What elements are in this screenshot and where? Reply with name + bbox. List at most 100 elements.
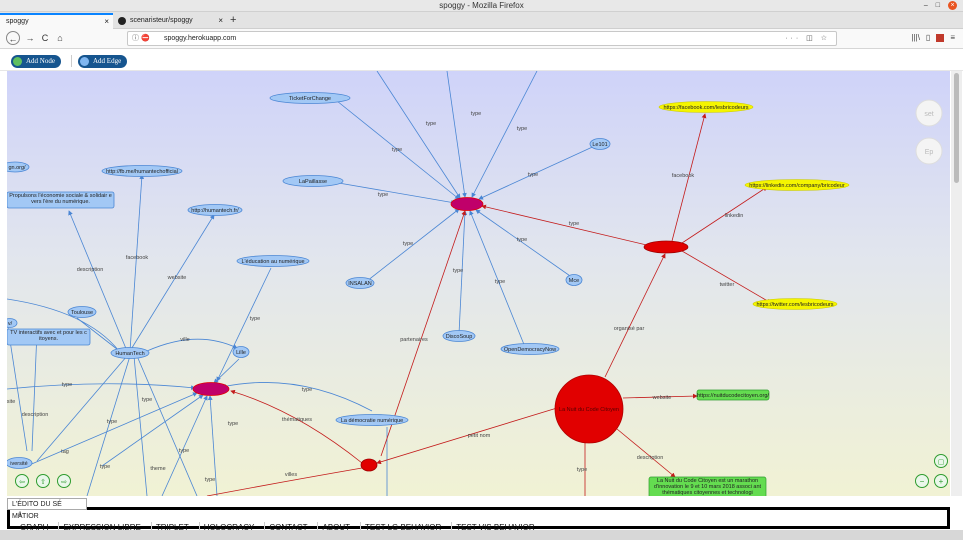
node-gnorg[interactable]: gn.org/ (7, 161, 30, 173)
edge-label: type (179, 448, 189, 454)
node-web-humantech[interactable]: http://humantech.fr/ (187, 204, 243, 216)
maximize-icon[interactable]: □ (936, 1, 940, 11)
forward-button[interactable]: → (23, 31, 37, 45)
node-le101[interactable]: Le101 (589, 138, 611, 150)
svg-text:Mce: Mce (569, 278, 579, 284)
svg-text:Lille: Lille (236, 350, 246, 356)
scrollbar-thumb[interactable] (954, 73, 959, 183)
library-icon[interactable]: |||\ (911, 33, 919, 42)
minimize-icon[interactable]: – (924, 1, 928, 11)
edge-label: type (426, 121, 436, 127)
node-ticketforchange[interactable]: TicketForChange (269, 92, 351, 104)
svg-text:gn.org/: gn.org/ (8, 165, 26, 171)
node-small-red[interactable] (360, 458, 378, 472)
edge (475, 209, 574, 279)
node-nuit-description[interactable]: La Nuit du Code Citoyen est un marathon … (648, 476, 767, 496)
node-discosoup[interactable]: DiscoSoup (442, 330, 476, 342)
reload-button[interactable]: C (38, 31, 52, 45)
extension-icon[interactable] (936, 34, 945, 42)
node-democratie[interactable]: La démocratie numérique (335, 414, 409, 426)
pan-up-icon[interactable]: ⇧ (36, 474, 50, 488)
add-node-button[interactable]: Add Node (11, 55, 61, 68)
node-vtag[interactable]: v/ (7, 318, 18, 328)
graph-export-button[interactable]: Ep (915, 137, 943, 165)
window-bottom-edge (0, 530, 963, 540)
hub-node-type-1[interactable] (450, 197, 484, 211)
edge-label: description (637, 455, 664, 461)
edge-label: type (453, 268, 463, 274)
edge-label: thématiques (282, 417, 312, 423)
url-bar[interactable]: ⓘ ⛔ spoggy.herokuapp.com ··· ◫ ☆ (127, 31, 837, 46)
node-toulouse[interactable]: Toulouse (67, 306, 97, 318)
graph-canvas[interactable]: type type type type type type type type … (7, 71, 950, 496)
back-button[interactable]: ← (6, 31, 20, 45)
node-fb-humantech[interactable]: http://fb.me/humantechofficial (101, 165, 183, 177)
node-fb-lesbricodeurs[interactable]: https://facebook.com/lesbricodeurs (658, 101, 754, 113)
edge (31, 330, 38, 452)
node-humantech[interactable]: HumanTech (110, 347, 150, 359)
svg-text:HumanTech: HumanTech (115, 351, 144, 357)
node-lille[interactable]: Lille (232, 346, 250, 358)
page-actions-icon[interactable]: ··· ◫ ☆ (785, 32, 830, 45)
edge (26, 392, 198, 467)
svg-text:LaPaillasse: LaPaillasse (299, 179, 327, 185)
node-mce[interactable]: Mce (565, 274, 583, 286)
vertical-scrollbar[interactable] (951, 71, 962, 496)
node-propulsons[interactable]: Propulsons l'économie sociale & solidair… (7, 191, 115, 209)
close-tab-icon[interactable]: × (104, 15, 109, 28)
node-lesbricodeurs[interactable] (643, 240, 689, 254)
node-insalan[interactable]: INSALAN (345, 277, 375, 289)
edge-label: tag (61, 449, 69, 455)
home-button[interactable]: ⌂ (53, 31, 67, 45)
close-tab-icon[interactable]: × (218, 13, 223, 29)
edge-label: type (392, 147, 402, 153)
node-lapaillasse[interactable]: LaPaillasse (282, 175, 344, 187)
add-edge-button[interactable]: Add Edge (78, 55, 128, 68)
node-nuit-du-code-citoyen[interactable]: La Nuit du Code Citoyen (554, 374, 624, 444)
zoom-in-icon[interactable]: + (934, 474, 948, 488)
edge-label: type (250, 316, 260, 322)
svg-text:iversité: iversité (10, 461, 27, 467)
edge (471, 71, 538, 198)
hub-node-type-2[interactable] (192, 382, 230, 396)
pan-left-icon[interactable]: ⇦ (15, 474, 29, 488)
close-window-icon[interactable]: × (948, 1, 957, 10)
edge-label: partenaires (400, 337, 428, 343)
edge-label: twitter (720, 282, 735, 288)
edge (216, 267, 272, 382)
network-graph[interactable]: type type type type type type type type … (7, 71, 950, 496)
svg-text:v/: v/ (8, 321, 13, 327)
node-twitter[interactable]: https://twitter.com/lesbricodeurs (752, 298, 838, 310)
zoom-out-icon[interactable]: − (915, 474, 929, 488)
edge-label: type (378, 192, 388, 198)
github-icon (118, 17, 126, 25)
edge-label: facebook (672, 173, 695, 179)
new-tab-button[interactable]: + (230, 13, 236, 27)
tab-spoggy[interactable]: spoggy × (0, 13, 113, 29)
edge-label: type (107, 419, 117, 425)
url-text[interactable]: spoggy.herokuapp.com (164, 35, 236, 42)
node-diversite[interactable]: iversité (7, 457, 33, 469)
node-linkedin[interactable]: https://linkedin.com/company/bricodeur (744, 179, 850, 191)
edge (146, 338, 238, 352)
edge-label: website (652, 395, 672, 401)
node-tv[interactable]: TV interactifs avec et pour les c itoyen… (7, 328, 91, 346)
edge-label: description (77, 267, 104, 273)
edge-label: villes (285, 472, 297, 478)
site-info-icon[interactable]: ⓘ ⛔ (132, 32, 150, 45)
pan-right-icon[interactable]: ⇨ (57, 474, 71, 488)
node-education[interactable]: L'éducation au numérique (236, 255, 310, 267)
zoom-fit-icon[interactable]: ▢ (934, 454, 948, 468)
tab-github[interactable]: scenaristeur/spoggy × (114, 13, 227, 29)
svg-text:http://humantech.fr/: http://humantech.fr/ (191, 208, 239, 214)
svg-text:INSALAN: INSALAN (348, 281, 372, 287)
node-opendemocracynow[interactable]: OpenDemocracyNow (500, 343, 560, 355)
edge (376, 71, 461, 199)
edge (326, 180, 456, 205)
sidebar-icon[interactable]: ▯ (926, 33, 930, 42)
node-nuit-website[interactable]: https://nuitducodecitoyen.org/ (696, 389, 769, 401)
menu-icon[interactable]: ≡ (950, 33, 955, 42)
edge-label: site (7, 399, 15, 405)
graph-settings-button[interactable]: set (915, 99, 943, 127)
graph-toolbar: Add Node Add Edge (0, 50, 963, 71)
